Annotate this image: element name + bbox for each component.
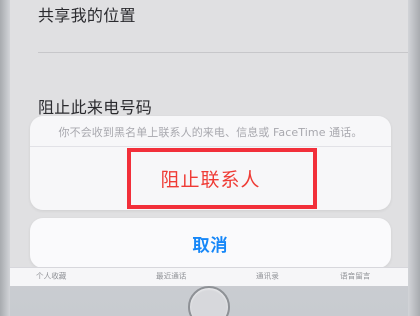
block-action-sheet: 你不会收到黑名单上联系人的来电、信息或 FaceTime 通话。 阻止联系人 (30, 116, 391, 210)
left-device-bezel (0, 0, 10, 316)
block-contact-button[interactable]: 阻止联系人 (30, 147, 391, 210)
home-button[interactable] (188, 286, 230, 316)
tab-contacts[interactable]: 通讯录 (256, 271, 279, 281)
tab-recents[interactable]: 最近通话 (156, 271, 186, 281)
device-screenshot: 共享我的位置 阻止此来电号码 你不会收到黑名单上联系人的来电、信息或 FaceT… (0, 0, 420, 316)
phone-screen: 共享我的位置 阻止此来电号码 你不会收到黑名单上联系人的来电、信息或 FaceT… (10, 0, 408, 286)
cancel-button[interactable]: 取消 (30, 218, 391, 268)
tab-favorites[interactable]: 个人收藏 (36, 271, 66, 281)
right-device-bezel (408, 0, 420, 316)
tab-voicemail[interactable]: 语音留言 (340, 271, 370, 281)
action-sheet-message: 你不会收到黑名单上联系人的来电、信息或 FaceTime 通话。 (58, 126, 363, 139)
bottom-tab-bar: 个人收藏 最近通话 通讯录 语音留言 (10, 267, 408, 286)
